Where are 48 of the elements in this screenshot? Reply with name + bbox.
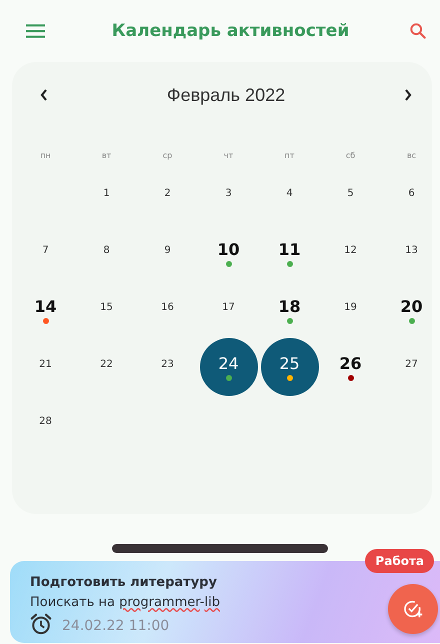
search-icon[interactable] xyxy=(410,23,426,39)
day-cell[interactable]: 17 xyxy=(210,292,246,328)
day-cell[interactable]: 5 xyxy=(332,178,368,214)
day-cell[interactable]: 9 xyxy=(150,235,186,271)
day-cell[interactable]: 26 xyxy=(332,349,368,385)
day-cell[interactable]: 23 xyxy=(150,349,186,385)
weekday-label: пт xyxy=(284,150,294,160)
check-plus-icon xyxy=(402,598,424,620)
day-cell[interactable]: 2 xyxy=(150,178,186,214)
drag-handle[interactable] xyxy=(112,544,328,553)
day-cell[interactable]: 16 xyxy=(150,292,186,328)
day-cell[interactable]: 7 xyxy=(28,235,64,271)
day-cell[interactable]: 4 xyxy=(272,178,308,214)
day-cell[interactable]: 19 xyxy=(332,292,368,328)
weekday-label: пн xyxy=(40,150,51,160)
day-cell[interactable]: 1 xyxy=(88,178,124,214)
month-title: Февраль 2022 xyxy=(166,84,286,106)
day-cell[interactable]: 24 xyxy=(200,338,258,396)
weekday-label: вт xyxy=(102,150,112,160)
day-cell[interactable]: 13 xyxy=(394,235,430,271)
chevron-right-icon[interactable] xyxy=(404,89,412,101)
day-cell[interactable]: 8 xyxy=(88,235,124,271)
day-cell[interactable]: 22 xyxy=(88,349,124,385)
day-cell[interactable]: 10 xyxy=(210,235,246,271)
day-cell[interactable]: 6 xyxy=(394,178,430,214)
day-cell[interactable]: 28 xyxy=(28,406,64,442)
day-cell[interactable]: 15 xyxy=(88,292,124,328)
weekday-label: ср xyxy=(162,150,172,160)
weekday-label: вс xyxy=(406,150,416,160)
day-cell[interactable]: 11 xyxy=(272,235,308,271)
weekday-label: чт xyxy=(224,150,234,160)
menu-icon[interactable] xyxy=(26,24,45,38)
task-time: 24.02.22 11:00 xyxy=(62,618,170,634)
day-cell[interactable]: 20 xyxy=(394,292,430,328)
category-tag: Работа xyxy=(365,549,434,573)
day-cell[interactable]: 12 xyxy=(332,235,368,271)
day-cell[interactable]: 14 xyxy=(28,292,64,328)
chevron-left-icon[interactable] xyxy=(40,89,48,101)
task-title: Подготовить литературу xyxy=(30,575,218,590)
task-note: Поискать на programmer-lib xyxy=(30,595,220,610)
alarm-clock-icon xyxy=(30,613,52,635)
day-cell[interactable]: 27 xyxy=(394,349,430,385)
weekday-label: сб xyxy=(346,150,356,160)
day-cell[interactable]: 25 xyxy=(260,338,318,396)
day-cell[interactable]: 21 xyxy=(28,349,64,385)
day-cell[interactable]: 18 xyxy=(272,292,308,328)
day-cell[interactable]: 3 xyxy=(210,178,246,214)
app-title: Календарь активностей xyxy=(110,21,350,41)
